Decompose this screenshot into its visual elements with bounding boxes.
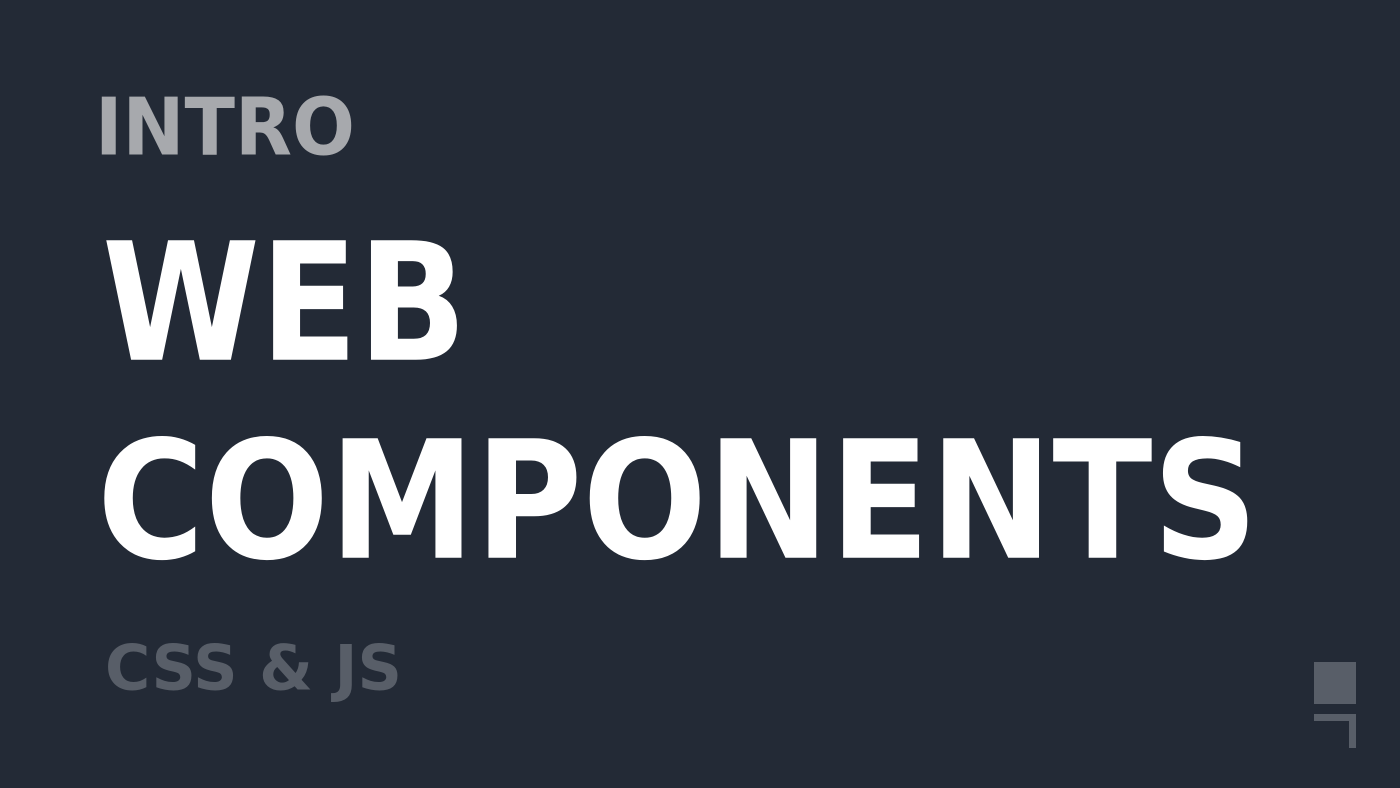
headline-components: COMPONENTS: [97, 406, 1258, 598]
kicker-text: INTRO: [95, 80, 355, 174]
bracket-logo-icon: [1314, 662, 1356, 748]
headline-web: WEB: [102, 208, 467, 400]
title-slide: INTRO WEB COMPONENTS CSS & JS: [0, 0, 1400, 788]
subtitle-text: CSS & JS: [105, 632, 402, 705]
